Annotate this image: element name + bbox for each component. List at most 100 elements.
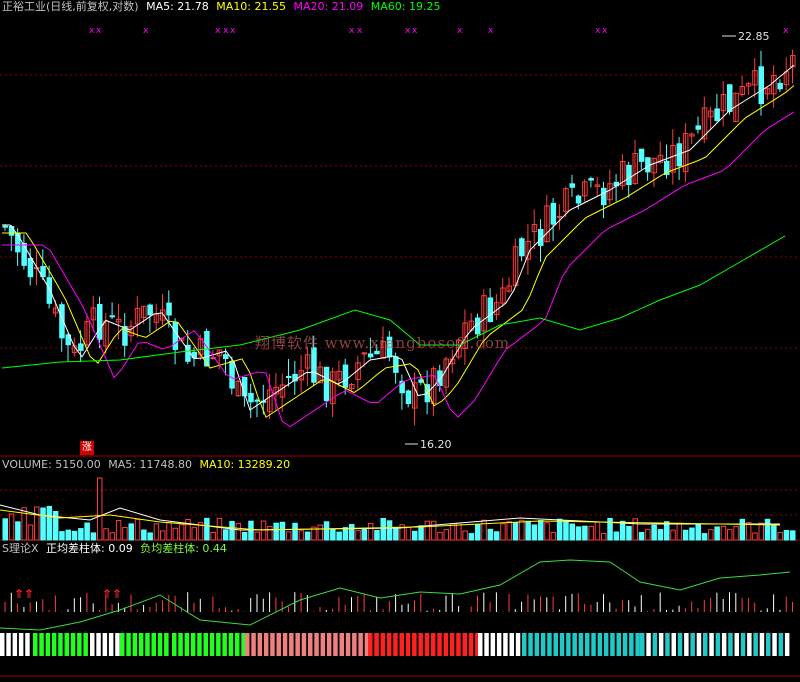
indicator-block <box>443 633 449 656</box>
volume-bar <box>367 522 374 541</box>
indicator-block <box>83 633 88 656</box>
ma5-line <box>2 64 795 411</box>
candle-body <box>223 354 229 360</box>
volume-bar <box>418 525 424 541</box>
volume-bar <box>550 531 557 541</box>
indicator-block <box>282 633 288 656</box>
watermark: 翔博软件 www.xiangbosoft.com <box>255 334 511 352</box>
indicator-block <box>522 633 527 656</box>
candle-body <box>638 148 645 162</box>
candle-body <box>286 376 292 379</box>
indicator-block <box>228 633 234 656</box>
signal-marker: x <box>457 26 463 36</box>
indicator-block <box>585 633 590 656</box>
indicator-block <box>235 633 240 656</box>
volume-bar <box>141 529 147 541</box>
indicator-block <box>640 633 645 656</box>
indicator-block <box>424 633 430 656</box>
volume-bar <box>147 532 153 541</box>
indicator-block <box>747 633 752 656</box>
volume-bar <box>563 520 569 541</box>
indicator-block <box>0 633 5 656</box>
volume-bar <box>783 529 790 541</box>
volume-title: VOLUME: 5150.00 <box>2 458 101 471</box>
volume-bar <box>59 531 65 541</box>
indicator-block <box>380 633 386 656</box>
volume-bar <box>544 522 550 541</box>
volume-bar <box>254 531 260 541</box>
signal-marker: x <box>357 26 363 36</box>
volume-bar <box>109 532 116 541</box>
signal-marker: x <box>412 26 418 36</box>
volume-bar <box>475 524 481 541</box>
indicator-block <box>635 633 640 656</box>
indicator-block <box>690 633 695 656</box>
candle-body <box>714 108 720 121</box>
volume-bar <box>727 529 733 541</box>
volume-bar <box>456 522 462 541</box>
volume-bar <box>575 526 582 541</box>
ma10-label: MA10: 21.55 <box>216 0 287 13</box>
indicator-block <box>528 633 533 656</box>
volume-ma5-label: MA5: 11748.80 <box>108 458 192 471</box>
volume-bar <box>380 517 386 541</box>
volume-bar <box>525 520 531 541</box>
volume-bar <box>78 528 84 541</box>
volume-bar <box>342 527 349 541</box>
indicator-block <box>96 633 101 656</box>
volume-bar <box>790 530 796 541</box>
volume-bar <box>317 524 323 541</box>
volume-bar <box>645 528 651 541</box>
volume-legend: VOLUME: 5150.00 MA5: 11748.80 MA10: 1328… <box>2 458 294 472</box>
indicator-block <box>190 633 196 656</box>
signal-marker: x <box>89 26 95 36</box>
indicator-block <box>629 633 634 656</box>
volume-bar <box>752 532 758 541</box>
signal-marker: x <box>230 26 236 36</box>
indicator-block <box>418 633 423 656</box>
volume-bar <box>128 523 134 541</box>
indicator-block <box>339 633 344 656</box>
volume-bar <box>273 522 279 541</box>
indicator-block <box>33 633 38 656</box>
indicator-block <box>412 633 417 656</box>
indicator-block <box>603 633 609 656</box>
candle-body <box>727 84 733 112</box>
indicator-block <box>677 633 683 656</box>
signal-marker: x <box>143 26 149 36</box>
candle-body <box>487 297 494 323</box>
volume-bar <box>115 520 122 541</box>
indicator-block <box>138 633 144 656</box>
indicator-legend: S理论X 正均差柱体: 0.09 负均差柱体: 0.44 <box>2 542 231 556</box>
indicator-block <box>709 633 714 656</box>
candle-body <box>27 257 34 278</box>
volume-bar <box>2 518 8 541</box>
candle-body <box>2 225 8 228</box>
rise-badge: 涨 <box>80 441 94 455</box>
ma20-label: MA20: 21.09 <box>293 0 364 13</box>
volume-bar <box>260 520 267 541</box>
indicator-block <box>39 633 44 656</box>
volume-bar <box>185 518 191 541</box>
volume-bar <box>437 531 443 541</box>
indicator-block <box>368 633 373 656</box>
signal-marker: x <box>349 26 355 36</box>
indicator-block <box>257 633 263 656</box>
candle-body <box>109 315 116 318</box>
indicator-block <box>490 633 496 656</box>
indicator-block <box>572 633 577 656</box>
volume-bar <box>160 530 166 541</box>
volume-bar <box>412 530 418 541</box>
candle-body <box>550 202 557 225</box>
volume-bar <box>632 518 638 541</box>
volume-bar <box>286 531 292 541</box>
candle-body <box>519 238 525 257</box>
indicator-block <box>766 633 771 656</box>
volume-bar <box>405 526 412 541</box>
volume-bar <box>462 530 468 541</box>
candle-body <box>367 353 374 358</box>
volume-bar <box>487 528 494 541</box>
volume-bar <box>594 521 601 541</box>
high-price-label: 22.85 <box>738 30 770 43</box>
volume-bar <box>248 520 254 541</box>
